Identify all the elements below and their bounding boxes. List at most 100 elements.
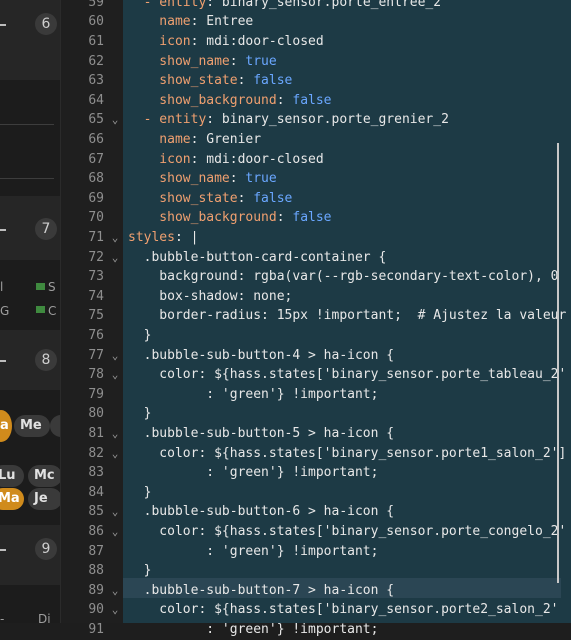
fold-chevron-icon[interactable]: ⌄ (109, 424, 121, 444)
line-number: 89 (88, 582, 104, 598)
fold-chevron-icon[interactable]: ⌄ (109, 228, 121, 248)
code-token: name (128, 132, 191, 147)
code-token: box-shadow: none; (128, 288, 293, 304)
line-number: 71 (88, 230, 104, 245)
code-line[interactable]: 81 ⌄ .bubble-sub-button-5 > ha-icon { (0, 424, 571, 444)
fold-chevron-icon[interactable]: ⌄ (109, 365, 121, 385)
code-text: icon: mdi:door-closed (128, 32, 323, 52)
code-text: color: ${hass.states['binary_sensor.port… (128, 600, 558, 620)
code-line[interactable]: 60 name: Entree (0, 12, 571, 32)
code-text: - entity: binary_sensor.porte_grenier_2 (128, 110, 449, 130)
code-token: false (253, 73, 293, 89)
fold-chevron-icon[interactable]: ⌄ (109, 502, 121, 522)
line-number: 72 (88, 249, 104, 265)
code-line[interactable]: 61 icon: mdi:door-closed (0, 32, 571, 52)
code-text: show_state: false (128, 71, 292, 91)
code-line[interactable]: 83 : 'green'} !important; (0, 463, 571, 483)
code-token: .bubble-sub-button-4 > ha-icon { (128, 347, 395, 363)
code-line[interactable]: 70 show_background: false (0, 208, 571, 228)
code-text: color: ${hass.states['binary_sensor.port… (128, 522, 566, 542)
code-line[interactable]: 90 ⌄ color: ${hass.states['binary_sensor.… (0, 600, 571, 620)
code-token: name (128, 14, 191, 30)
code-line[interactable]: 74 box-shadow: none; (0, 287, 571, 307)
code-token: : | (174, 230, 199, 245)
code-token: : (276, 210, 293, 226)
code-text: show_state: false (128, 189, 292, 209)
code-line[interactable]: 76 } (0, 326, 571, 346)
fold-chevron-icon[interactable]: ⌄ (109, 581, 121, 601)
code-line[interactable]: 89 ⌄ .bubble-sub-button-7 > ha-icon { (0, 581, 571, 601)
code-text: .bubble-sub-button-4 > ha-icon { (128, 346, 394, 366)
line-number: 90 (88, 602, 104, 618)
line-number: 76 (88, 328, 104, 343)
code-text: .bubble-sub-button-6 > ha-icon { (128, 502, 394, 522)
code-line[interactable]: 87 : 'green'} !important; (0, 542, 571, 562)
code-token: : (237, 73, 254, 89)
code-line[interactable]: 59 - entity: binary_sensor.porte_entree_… (0, 0, 571, 12)
code-text: : 'green'} !important; (128, 463, 378, 483)
code-line[interactable]: 69 show_state: false (0, 189, 571, 209)
code-line[interactable]: 62 show_name: true (0, 52, 571, 72)
line-number: 62 (88, 53, 104, 69)
code-line[interactable]: 86 ⌄ color: ${hass.states['binary_sensor.… (0, 522, 571, 542)
code-text: } (128, 483, 152, 503)
code-text: : 'green'} !important; (128, 385, 378, 405)
code-line[interactable]: 80 } (0, 404, 571, 424)
code-line[interactable]: 66 name: Grenier (0, 130, 571, 150)
code-line[interactable]: 79 : 'green'} !important; (0, 385, 571, 405)
code-text: show_name: true (128, 169, 277, 189)
code-text: : 'green'} !important; (128, 542, 378, 562)
code-token: color: ${hass.states['binary_sensor.port… (128, 524, 567, 539)
code-line[interactable]: 71 ⌄ styles: | (0, 228, 571, 248)
code-text: border-radius: 15px !important; # Ajuste… (128, 306, 566, 326)
code-line[interactable]: 77 ⌄ .bubble-sub-button-4 > ha-icon { (0, 346, 571, 366)
code-text: icon: mdi:door-closed (128, 150, 323, 170)
code-text: .bubble-sub-button-7 > ha-icon { (128, 581, 394, 601)
code-text: styles: | (128, 228, 198, 248)
fold-chevron-icon[interactable]: ⌄ (109, 110, 121, 130)
code-line[interactable]: 68 show_name: true (0, 169, 571, 189)
code-line[interactable]: 64 show_background: false (0, 91, 571, 111)
code-token: false (292, 92, 332, 108)
code-line[interactable]: 88 } (0, 561, 571, 581)
code-line[interactable]: 72 ⌄ .bubble-button-card-container { (0, 248, 571, 268)
code-line[interactable]: 82 ⌄ color: ${hass.states['binary_sensor.… (0, 444, 571, 464)
fold-chevron-icon[interactable]: ⌄ (109, 346, 121, 366)
code-line[interactable]: 85 ⌄ .bubble-sub-button-6 > ha-icon { (0, 502, 571, 522)
code-line[interactable]: 78 ⌄ color: ${hass.states['binary_sensor.… (0, 365, 571, 385)
code-line[interactable]: 73 background: rgba(var(--rgb-secondary-… (0, 267, 571, 287)
code-token: styles (128, 230, 175, 245)
line-number: 66 (88, 132, 104, 147)
code-text: } (128, 326, 152, 346)
line-number: 61 (88, 34, 104, 49)
fold-chevron-icon[interactable]: ⌄ (109, 444, 121, 464)
code-token: true (245, 171, 277, 187)
line-number: 84 (88, 484, 104, 500)
code-token: } (128, 563, 152, 579)
code-line[interactable]: 63 show_state: false (0, 71, 571, 91)
code-token: true (245, 53, 277, 69)
code-text: show_background: false (128, 208, 331, 228)
code-token: : 'green'} !important; (128, 543, 379, 559)
code-token: .bubble-sub-button-6 > ha-icon { (128, 504, 395, 520)
line-number: 74 (88, 288, 104, 304)
line-number: 68 (88, 171, 104, 187)
code-line[interactable]: 67 icon: mdi:door-closed (0, 150, 571, 170)
fold-chevron-icon[interactable]: ⌄ (109, 248, 121, 268)
code-text: name: Entree (128, 12, 253, 32)
code-token: : 'green'} !important; (128, 622, 379, 637)
code-line[interactable]: 84 } (0, 483, 571, 503)
code-token: : 'green'} !important; (128, 465, 379, 481)
code-token: : (237, 190, 254, 206)
code-line[interactable]: 65 ⌄ - entity: binary_sensor.porte_grenie… (0, 110, 571, 130)
line-number: 88 (88, 563, 104, 579)
line-number: 69 (88, 190, 104, 206)
line-number: 85 (88, 504, 104, 520)
line-number: 77 (88, 347, 104, 363)
code-text: show_name: true (128, 52, 277, 72)
fold-chevron-icon[interactable]: ⌄ (109, 522, 121, 542)
code-token: false (253, 190, 293, 206)
code-line[interactable]: 75 border-radius: 15px !important; # Aju… (0, 306, 571, 326)
code-token: show_state (128, 190, 238, 206)
fold-chevron-icon[interactable]: ⌄ (109, 600, 121, 620)
